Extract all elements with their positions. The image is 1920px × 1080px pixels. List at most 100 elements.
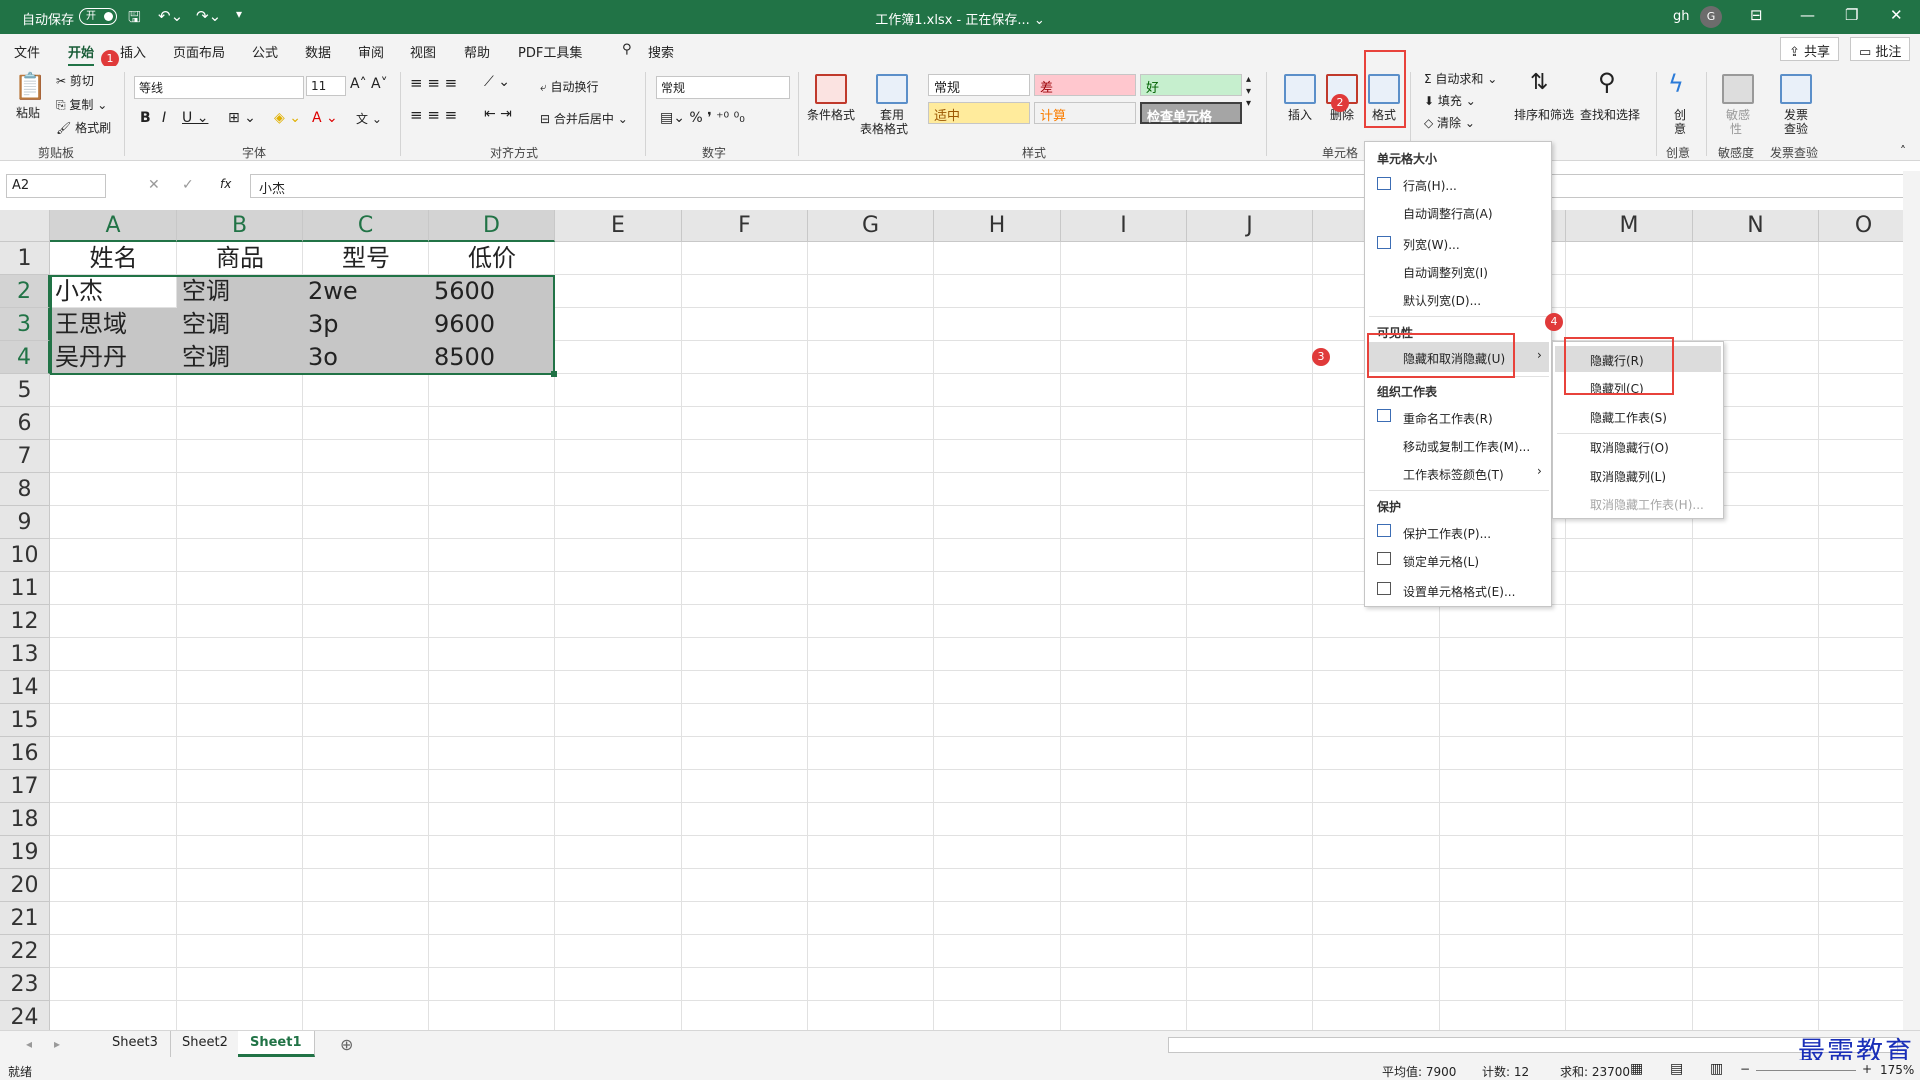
underline-icon[interactable]: U ⌄ [182, 110, 208, 126]
insert-cells-button[interactable]: 插入 [1288, 106, 1312, 123]
paste-button[interactable]: 粘贴 [16, 104, 40, 121]
row-header[interactable]: 6 [0, 407, 50, 440]
number-format-select[interactable]: 常规 [656, 76, 790, 99]
invoice-label-2[interactable]: 查验 [1784, 120, 1808, 137]
row-header[interactable]: 3 [0, 308, 50, 341]
row-header[interactable]: 15 [0, 704, 50, 737]
phonetic-icon[interactable]: 文 ⌄ [356, 110, 382, 127]
bold-icon[interactable]: B [140, 110, 151, 126]
ribbon-display-icon[interactable]: ⊟ [1750, 6, 1763, 24]
menu-column-width[interactable]: 列宽(W)... [1403, 236, 1460, 253]
menu-lock-cell[interactable]: 锁定单元格(L) [1403, 553, 1479, 570]
row-header[interactable]: 20 [0, 869, 50, 902]
sheet-tab-sheet2[interactable]: Sheet2 [170, 1031, 241, 1057]
creative-icon[interactable]: ϟ [1668, 70, 1684, 98]
tab-home[interactable]: 开始 [68, 42, 95, 67]
column-header[interactable]: N [1693, 210, 1819, 242]
row-header[interactable]: 21 [0, 902, 50, 935]
zoom-in-icon[interactable]: + [1862, 1062, 1872, 1076]
page-break-view-icon[interactable]: ▥ [1710, 1061, 1723, 1077]
menu-rename-sheet[interactable]: 重命名工作表(R) [1403, 410, 1493, 427]
insert-function-icon[interactable]: fx [220, 177, 231, 191]
column-header[interactable]: M [1566, 210, 1693, 242]
conditional-format-button[interactable]: 条件格式 [807, 106, 855, 123]
zoom-slider[interactable] [1756, 1070, 1856, 1071]
tab-review[interactable]: 审阅 [358, 42, 384, 61]
select-all-corner[interactable] [0, 210, 50, 242]
format-painter-button[interactable]: 🖌 格式刷 [56, 119, 111, 136]
column-header[interactable]: B [177, 210, 303, 242]
search-icon[interactable]: ⚲ [622, 42, 632, 57]
column-header[interactable]: D [429, 210, 555, 242]
close-icon[interactable]: ✕ [1890, 6, 1903, 24]
orientation-icon[interactable]: ⟋ ⌄ [484, 74, 510, 90]
cancel-formula-icon[interactable]: ✕ [148, 177, 160, 193]
style-bad[interactable]: 差 [1034, 74, 1136, 96]
menu-move-copy-sheet[interactable]: 移动或复制工作表(M)... [1403, 438, 1530, 455]
search-label[interactable]: 搜索 [648, 42, 674, 61]
zoom-out-icon[interactable]: − [1740, 1062, 1750, 1076]
font-color-icon[interactable]: A ⌄ [312, 110, 338, 126]
table-header-cell[interactable]: 型号 [303, 242, 429, 275]
scroll-tabs-right-icon[interactable]: ▸ [54, 1037, 60, 1051]
row-header[interactable]: 16 [0, 737, 50, 770]
fill-button[interactable]: ⬇ 填充 ⌄ [1424, 92, 1476, 109]
row-header[interactable]: 18 [0, 803, 50, 836]
style-neutral[interactable]: 适中 [928, 102, 1030, 124]
formula-input[interactable]: 小杰 [250, 174, 1913, 198]
sheet-tab-sheet3[interactable]: Sheet3 [100, 1031, 171, 1057]
row-header[interactable]: 17 [0, 770, 50, 803]
style-check-cell[interactable]: 检查单元格 [1140, 102, 1242, 125]
collapse-ribbon-icon[interactable]: ˄ [1900, 144, 1906, 158]
horizontal-scrollbar[interactable] [1168, 1037, 1898, 1053]
scroll-tabs-left-icon[interactable]: ◂ [26, 1037, 32, 1051]
find-select-button[interactable]: 查找和选择 [1580, 106, 1640, 123]
tab-view[interactable]: 视图 [410, 42, 436, 61]
column-header[interactable]: F [682, 210, 808, 242]
avatar[interactable]: G [1700, 6, 1722, 28]
table-format-icon[interactable] [876, 74, 908, 104]
column-header[interactable]: H [934, 210, 1061, 242]
maximize-icon[interactable]: ❐ [1845, 6, 1858, 24]
italic-icon[interactable]: I [162, 110, 166, 126]
menu-tab-color[interactable]: 工作表标签颜色(T) [1403, 466, 1504, 483]
styles-scroll-icon[interactable]: ▴ ▾ ▾ [1246, 74, 1251, 110]
merge-center-button[interactable]: ⊟ 合并后居中 ⌄ [540, 110, 628, 127]
menu-default-width[interactable]: 默认列宽(D)... [1403, 292, 1481, 309]
table-header-cell[interactable]: 商品 [177, 242, 303, 275]
style-calculation[interactable]: 计算 [1034, 102, 1136, 124]
row-header[interactable]: 1 [0, 242, 50, 275]
invoice-check-icon[interactable] [1780, 74, 1812, 104]
row-header[interactable]: 19 [0, 836, 50, 869]
conditional-format-icon[interactable] [815, 74, 847, 104]
normal-view-icon[interactable]: ▦ [1630, 1061, 1643, 1077]
tab-insert[interactable]: 插入 [120, 42, 146, 61]
sort-filter-icon[interactable]: ⇅ [1530, 70, 1548, 95]
menu-unhide-columns[interactable]: 取消隐藏列(L) [1590, 468, 1666, 485]
wrap-text-button[interactable]: ⤶ 自动换行 [540, 78, 599, 95]
column-header[interactable]: J [1187, 210, 1313, 242]
page-layout-view-icon[interactable]: ▤ [1670, 1061, 1683, 1077]
row-header[interactable]: 9 [0, 506, 50, 539]
column-header[interactable]: E [555, 210, 682, 242]
row-header[interactable]: 12 [0, 605, 50, 638]
table-header-cell[interactable]: 姓名 [50, 242, 177, 275]
tab-file[interactable]: 文件 [14, 42, 40, 61]
menu-row-height[interactable]: 行高(H)... [1403, 177, 1457, 194]
menu-format-cells[interactable]: 设置单元格格式(E)... [1403, 583, 1515, 600]
row-header[interactable]: 4 [0, 341, 50, 374]
number-format-icons[interactable]: ▤⌄ % ❜ ⁺⁰ ⁰₀ [660, 110, 745, 126]
tab-pdf-tools[interactable]: PDF工具集 [518, 42, 582, 61]
vertical-align-icons[interactable]: ≡ ≡ ≡ [410, 74, 457, 92]
column-header[interactable]: A [50, 210, 177, 242]
row-header[interactable]: 5 [0, 374, 50, 407]
font-name-select[interactable]: 等线 [134, 76, 304, 99]
autosum-button[interactable]: Σ 自动求和 ⌄ [1424, 70, 1497, 87]
row-header[interactable]: 22 [0, 935, 50, 968]
find-select-icon[interactable]: ⚲ [1598, 68, 1616, 96]
add-sheet-icon[interactable]: ⊕ [340, 1035, 353, 1054]
menu-protect-sheet[interactable]: 保护工作表(P)... [1403, 525, 1491, 542]
row-header[interactable]: 7 [0, 440, 50, 473]
indent-icons[interactable]: ⇤ ⇥ [484, 106, 512, 122]
paste-icon[interactable]: 📋 [14, 72, 46, 102]
